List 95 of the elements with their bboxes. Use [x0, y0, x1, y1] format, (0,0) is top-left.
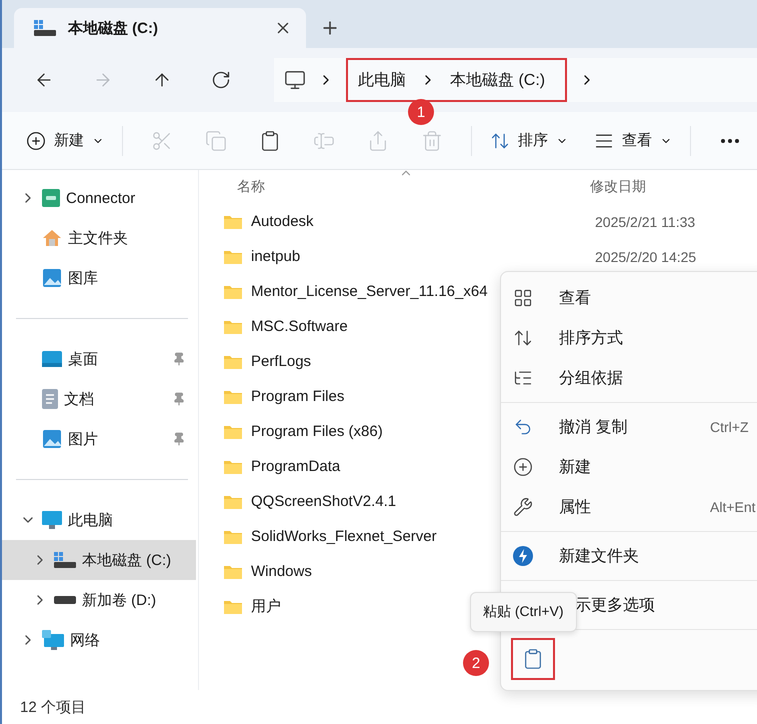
- sidebar-label: 网络: [70, 630, 101, 650]
- gallery-icon: [42, 268, 62, 288]
- clipboard-icon: [522, 648, 544, 670]
- folder-icon: [223, 528, 243, 544]
- pin-icon[interactable]: [172, 392, 186, 406]
- folder-icon: [223, 598, 243, 614]
- computer-icon: [284, 69, 306, 91]
- new-button[interactable]: 新建: [20, 124, 110, 156]
- sidebar-label: 文档: [64, 390, 95, 408]
- menu-label: 查看: [559, 288, 592, 308]
- plus-icon: [513, 457, 533, 477]
- view-button[interactable]: 查看: [588, 124, 678, 156]
- desktop-icon: [42, 351, 62, 367]
- menu-item[interactable]: 撤消 复制 Ctrl+Z: [501, 407, 757, 447]
- breadcrumb-item[interactable]: 本地磁盘 (C:): [450, 70, 546, 90]
- file-name[interactable]: inetpub: [251, 248, 595, 265]
- sidebar-item[interactable]: 桌面: [2, 339, 196, 379]
- folder-icon: [223, 214, 243, 230]
- sidebar-item[interactable]: 新加卷 (D:): [2, 580, 196, 620]
- more-icon: [720, 138, 739, 142]
- window-tab[interactable]: 本地磁盘 (C:): [14, 8, 306, 48]
- sidebar-label: Connector: [66, 190, 136, 206]
- menu-label: 排序方式: [559, 328, 624, 348]
- step-badge: 2: [463, 650, 489, 676]
- wrench-icon: [513, 497, 533, 517]
- sort-icon: [490, 130, 510, 150]
- sidebar-label: 此电脑: [68, 510, 114, 530]
- menu-item[interactable]: 新建文件夹: [501, 536, 757, 576]
- menu-item[interactable]: 查看: [501, 278, 757, 318]
- sidebar-item[interactable]: 图片: [2, 419, 196, 459]
- undo-icon: [513, 417, 533, 437]
- column-header[interactable]: 名称: [237, 178, 590, 196]
- sidebar-item[interactable]: 图库: [2, 258, 196, 298]
- date-cell: 2025/2/20 14:25: [595, 248, 696, 264]
- breadcrumb-item[interactable]: 此电脑: [358, 70, 406, 90]
- pin-icon[interactable]: [172, 432, 186, 446]
- sidebar-item[interactable]: 此电脑: [2, 500, 196, 540]
- menu-item[interactable]: 排序方式: [501, 318, 757, 358]
- sidebar-label: 图库: [68, 268, 99, 288]
- folder-icon: [223, 424, 243, 440]
- menu-label: 撤消 复制: [559, 418, 628, 438]
- sidebar-item[interactable]: 网络: [2, 620, 196, 660]
- sidebar-item[interactable]: Connector: [2, 178, 196, 218]
- network-icon: [42, 630, 64, 650]
- refresh-icon: [211, 70, 231, 90]
- trash-icon: [421, 130, 444, 152]
- file-name[interactable]: Autodesk: [251, 213, 595, 230]
- menu-label: 新建: [559, 458, 592, 478]
- item-count: 12 个项目: [20, 698, 86, 716]
- plus-icon: [26, 130, 46, 150]
- sidebar-label: 桌面: [68, 350, 99, 368]
- menu-item[interactable]: 新建: [501, 447, 757, 487]
- sidebar-item[interactable]: 文档: [2, 379, 196, 419]
- folder-icon: [223, 564, 243, 580]
- sidebar-label: 新加卷 (D:): [82, 590, 158, 610]
- shortcut-label: Ctrl+Z: [710, 419, 750, 435]
- folder-icon: [223, 284, 243, 300]
- sidebar-item[interactable]: 本地磁盘 (C:): [2, 540, 196, 580]
- drive-icon: [54, 552, 76, 568]
- folder-icon: [223, 248, 243, 264]
- drive-icon: [54, 596, 76, 604]
- folder-icon: [223, 318, 243, 334]
- menu-label: 分组依据: [559, 368, 624, 388]
- menu-item[interactable]: 属性 Alt+Ent: [501, 487, 757, 527]
- tooltip: 粘贴 (Ctrl+V): [470, 592, 576, 632]
- grid-icon: [513, 288, 533, 308]
- copy-icon: [204, 130, 227, 152]
- sidebar-item[interactable]: 主文件夹: [2, 218, 196, 258]
- shortcut-label: Alt+Ent: [710, 499, 757, 515]
- paste-button[interactable]: [522, 648, 544, 670]
- menu-label: 属性: [559, 498, 592, 518]
- folder-icon: [223, 458, 243, 474]
- document-icon: [42, 389, 58, 409]
- app-icon: [42, 189, 60, 207]
- date-cell: 2025/2/21 11:33: [595, 214, 696, 230]
- menu-label: 新建文件夹: [559, 546, 640, 566]
- pictures-icon: [42, 429, 62, 449]
- computer-icon: [42, 511, 62, 529]
- column-header[interactable]: 修改日期: [590, 178, 646, 196]
- sidebar-label: 本地磁盘 (C:): [82, 550, 172, 570]
- folder-icon: [223, 388, 243, 404]
- sidebar-label: 主文件夹: [68, 228, 129, 248]
- scissors-icon: [150, 130, 173, 152]
- folder-icon: [223, 494, 243, 510]
- pin-icon[interactable]: [172, 352, 186, 366]
- home-icon: [42, 229, 62, 247]
- new-folder-icon: [513, 546, 533, 566]
- folder-icon: [223, 354, 243, 370]
- address-bar[interactable]: 此电脑 本地磁盘 (C:): [274, 58, 757, 102]
- menu-item[interactable]: 分组依据: [501, 358, 757, 398]
- sort-button[interactable]: 排序: [484, 124, 574, 156]
- sidebar-label: 图片: [68, 430, 99, 448]
- tab-title: 本地磁盘 (C:): [68, 18, 159, 38]
- drive-icon: [34, 20, 56, 36]
- sort-icon: [513, 328, 533, 348]
